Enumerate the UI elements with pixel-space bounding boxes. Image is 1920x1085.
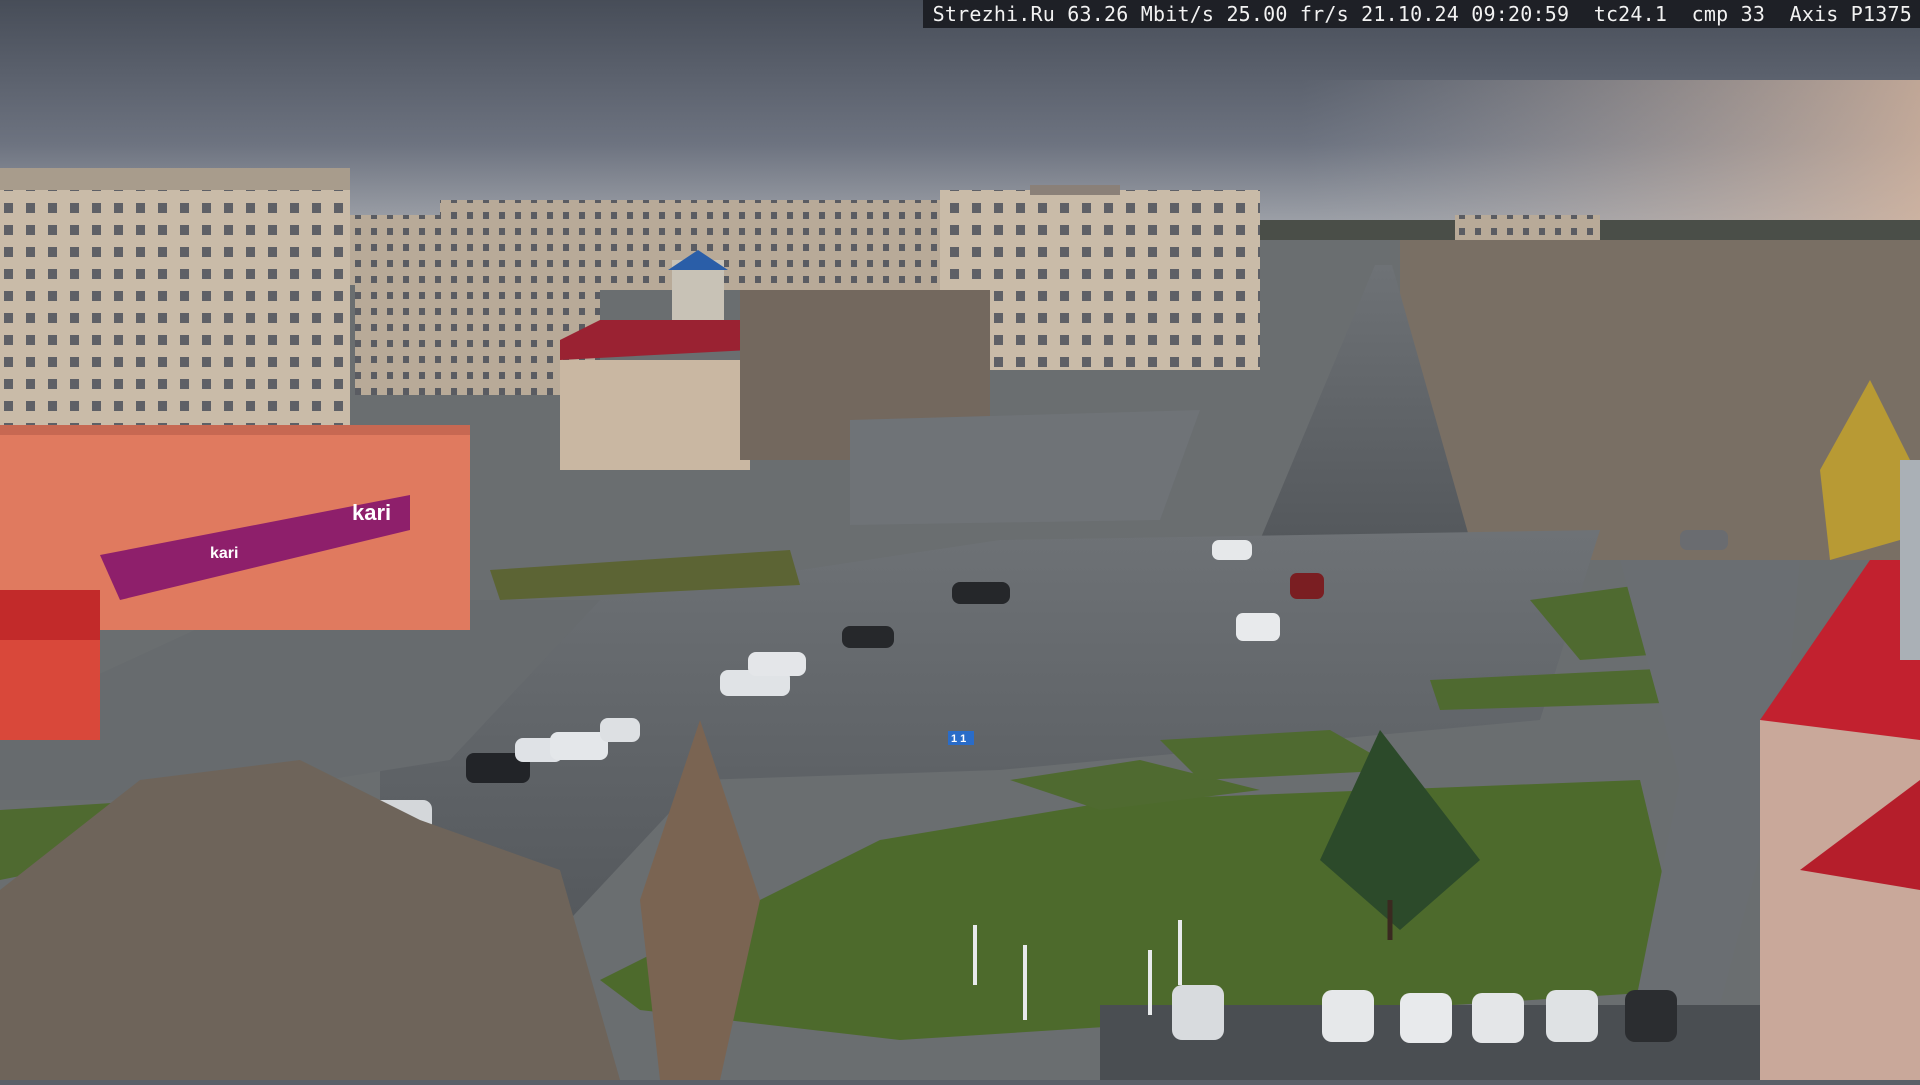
lane-sign-text: 1 1 [951, 733, 966, 745]
dawn-glow [1300, 80, 1920, 230]
moving-car [1290, 573, 1324, 599]
red-corner-shop-top [0, 590, 100, 640]
parked-car [1625, 990, 1677, 1042]
kari-main-sign: kari [352, 500, 391, 525]
kari-sub-sign: kari [210, 545, 238, 562]
parked-car [842, 626, 894, 648]
parked-car [1546, 990, 1598, 1042]
parked-car [1472, 993, 1524, 1043]
overlay-camera: Axis P1375 [1789, 2, 1912, 26]
parked-car [600, 718, 640, 742]
left-apartment-roof [0, 168, 350, 190]
parked-car [1322, 990, 1374, 1042]
city-scene: kari kari 1 1 [0, 0, 1920, 1080]
parked-car [1400, 993, 1452, 1043]
kari-store-roof [0, 425, 470, 435]
parked-car [550, 732, 608, 760]
moving-car [1212, 540, 1252, 560]
overlay-site: Strezhi.Ru [932, 2, 1056, 26]
parked-car [1680, 530, 1728, 550]
camera-overlay: Strezhi.Ru 63.26 Mbit/s 25.00 fr/s 21.10… [922, 0, 1920, 28]
overlay-datetime: 21.10.24 09:20:59 [1361, 2, 1570, 26]
right-red-building [1760, 720, 1920, 1080]
parked-car [1172, 985, 1224, 1040]
overlay-bitrate: 63.26 Mbit/s [1067, 2, 1215, 26]
parked-car [748, 652, 806, 676]
parked-car [952, 582, 1010, 604]
moving-car [1236, 613, 1280, 641]
webcam-frame: kari kari 1 1 Strezhi.Ru 63.26 Mbit/s 25… [0, 0, 1920, 1080]
central-plaza [850, 410, 1200, 525]
overlay-tc: tc24.1 [1593, 2, 1668, 26]
red-roof-building [560, 360, 750, 470]
central-tower-roof [1030, 185, 1120, 195]
overlay-framerate: 25.00 fr/s [1226, 2, 1349, 26]
overlay-cmp: cmp 33 [1691, 2, 1766, 26]
right-grey-column [1900, 460, 1920, 660]
